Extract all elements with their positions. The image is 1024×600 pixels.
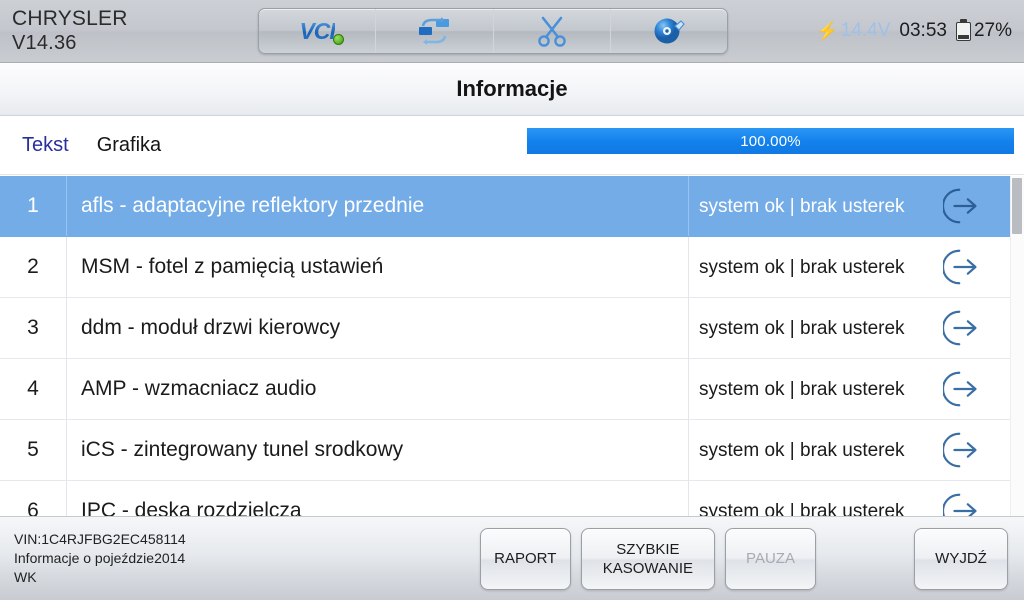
battery-percent: 27% (973, 20, 1012, 41)
page-title-bar: Informacje (0, 63, 1024, 116)
list-scrollbar-thumb[interactable] (1012, 178, 1022, 234)
scissors-icon (537, 16, 566, 47)
clock: 03:53 (899, 20, 947, 41)
row-enter-button[interactable] (918, 298, 1010, 358)
battery-indicator: 27% (955, 18, 1012, 42)
row-status: system ok | brak usterek (688, 481, 918, 516)
lightning-bolt-icon: ⚡ (816, 21, 839, 41)
row-status: system ok | brak usterek (688, 298, 918, 358)
page-title: Informacje (456, 76, 568, 101)
row-module-name: afls - adaptacyjne reflektory przednie (66, 176, 688, 236)
row-enter-button[interactable] (918, 420, 1010, 480)
vehicle-info-block: VIN:1C4RJFBG2EC458114 Informacje o pojeź… (0, 530, 480, 587)
table-row[interactable]: 6 IPC - deska rozdzielcza system ok | br… (0, 481, 1010, 516)
scan-progress-bar: 100.00% (527, 128, 1014, 154)
record-button[interactable] (611, 9, 727, 53)
row-index: 2 (27, 255, 39, 278)
module-list: 1 afls - adaptacyjne reflektory przednie… (0, 176, 1010, 516)
row-status: system ok | brak usterek (688, 176, 918, 236)
report-button[interactable]: RAPORT (479, 527, 571, 590)
footer-button-group: RAPORT SZYBKIE KASOWANIE PAUZA WYJDŹ (479, 527, 1024, 590)
voltage-indicator: ⚡ 14.4V (816, 20, 890, 42)
row-index: 6 (27, 499, 39, 516)
arrow-into-circle-icon (943, 249, 977, 285)
arrow-into-circle-icon (943, 188, 977, 224)
tab-list: Tekst Grafika (0, 134, 161, 157)
arrow-into-circle-icon (943, 432, 977, 468)
pause-button: PAUZA (725, 527, 816, 590)
row-module-name: IPC - deska rozdzielcza (66, 481, 688, 516)
row-status: system ok | brak usterek (688, 420, 918, 480)
exit-button[interactable]: WYJDŹ (914, 527, 1008, 590)
table-row[interactable]: 2 MSM - fotel z pamięcią ustawień system… (0, 237, 1010, 298)
vci-label: VCI (299, 17, 335, 44)
footer-bar: VIN:1C4RJFBG2EC458114 Informacje o pojeź… (0, 516, 1024, 600)
transfer-icon (419, 17, 450, 45)
row-module-name: AMP - wzmacniacz audio (66, 359, 688, 419)
row-module-name: ddm - moduł drzwi kierowcy (66, 298, 688, 358)
row-index: 3 (27, 316, 39, 339)
table-row[interactable]: 3 ddm - moduł drzwi kierowcy system ok |… (0, 298, 1010, 359)
top-bar: CHRYSLER V14.36 VCI ⚡ 14.4V 03:53 27% (0, 0, 1024, 63)
row-status: system ok | brak usterek (688, 237, 918, 297)
vci-status-dot-icon (332, 33, 344, 45)
diagnostic-app-window: CHRYSLER V14.36 VCI ⚡ 14.4V 03:53 27% In… (0, 0, 1024, 600)
brand-version: V14.36 (12, 32, 77, 54)
brand-name: CHRYSLER (12, 7, 128, 30)
table-row[interactable]: 4 AMP - wzmacniacz audio system ok | bra… (0, 359, 1010, 420)
brand-block: CHRYSLER V14.36 (0, 6, 258, 56)
quick-erase-button[interactable]: SZYBKIE KASOWANIE (580, 527, 715, 590)
row-index: 1 (27, 194, 39, 217)
disc-pen-icon (654, 18, 685, 44)
vci-icon: VCI (299, 17, 344, 45)
vehicle-info-text: Informacje o pojeździe2014 (14, 550, 186, 566)
arrow-into-circle-icon (943, 310, 977, 346)
row-index: 4 (27, 377, 39, 400)
snip-button[interactable] (494, 9, 612, 53)
row-status: system ok | brak usterek (688, 359, 918, 419)
table-row[interactable]: 5 iCS - zintegrowany tunel srodkowy syst… (0, 420, 1010, 481)
platform-text: WK (14, 569, 37, 585)
row-enter-button[interactable] (918, 481, 1010, 516)
arrow-into-circle-icon (943, 493, 977, 516)
row-index: 5 (27, 438, 39, 461)
tab-grafika[interactable]: Grafika (97, 134, 161, 157)
data-transfer-button[interactable] (376, 9, 494, 53)
row-module-name: iCS - zintegrowany tunel srodkowy (66, 420, 688, 480)
arrow-into-circle-icon (943, 371, 977, 407)
row-enter-button[interactable] (918, 176, 1010, 236)
tab-tekst[interactable]: Tekst (22, 134, 69, 157)
scan-progress-fill: 100.00% (527, 128, 1014, 154)
row-module-name: MSM - fotel z pamięcią ustawień (66, 237, 688, 297)
vci-button[interactable]: VCI (259, 9, 377, 53)
row-enter-button[interactable] (918, 237, 1010, 297)
table-row[interactable]: 1 afls - adaptacyjne reflektory przednie… (0, 176, 1010, 237)
vin-text: VIN:1C4RJFBG2EC458114 (14, 531, 186, 547)
row-enter-button[interactable] (918, 359, 1010, 419)
scan-progress-label: 100.00% (740, 132, 801, 150)
battery-icon (955, 18, 971, 41)
status-cluster: ⚡ 14.4V 03:53 27% (816, 18, 1024, 42)
voltage-value: 14.4V (840, 20, 891, 41)
toolbar-button-group: VCI (258, 8, 728, 54)
